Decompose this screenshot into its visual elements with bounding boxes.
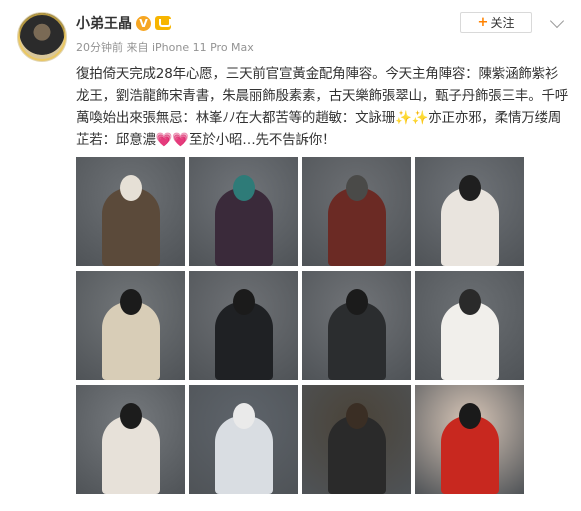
photo-figure-head [119,289,142,315]
photo-thumbnail[interactable] [302,271,411,380]
photo-figure-head [345,175,368,201]
photo-figure-head [345,403,368,429]
photo-figure-head [232,403,255,429]
photo-thumbnail[interactable] [76,271,185,380]
member-badge-icon [155,16,171,30]
post-meta: 20分钟前 来自 iPhone 11 Pro Max [76,41,254,54]
avatar[interactable] [17,12,67,62]
photo-thumbnail[interactable] [76,157,185,266]
post-text: 復拍倚天完成28年心愿，三天前官宣黃金配角陣容。今天主角陣容：陳紫涵飾紫衫龙王，… [76,66,569,148]
photo-thumbnail[interactable] [189,271,298,380]
photo-thumbnail[interactable] [415,385,524,494]
photo-figure-head [458,175,481,201]
chevron-down-icon[interactable] [549,13,565,29]
photo-figure-head [119,403,142,429]
photo-grid [76,157,524,494]
photo-thumbnail[interactable] [415,271,524,380]
author-name[interactable]: 小弟王晶 [76,13,132,33]
photo-figure-head [458,403,481,429]
photo-figure-head [119,175,142,201]
verified-badge-icon: V [136,15,151,31]
follow-button[interactable]: + 关注 [460,12,532,33]
weibo-post-card: 小弟王晶 V 20分钟前 来自 iPhone 11 Pro Max + 关注 復… [0,0,581,511]
photo-thumbnail[interactable] [302,157,411,266]
photo-thumbnail[interactable] [302,385,411,494]
photo-thumbnail[interactable] [189,157,298,266]
photo-thumbnail[interactable] [189,385,298,494]
plus-icon: + [477,15,489,30]
photo-thumbnail[interactable] [415,157,524,266]
author-row: 小弟王晶 V [76,13,171,33]
photo-figure-head [232,289,255,315]
photo-figure-head [345,289,368,315]
photo-figure-head [232,175,255,201]
photo-thumbnail[interactable] [76,385,185,494]
photo-figure-head [458,289,481,315]
follow-label: 关注 [490,16,515,30]
